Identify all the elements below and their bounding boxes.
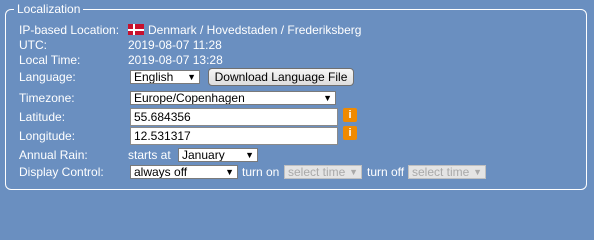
turn-on-time-value: select time bbox=[288, 165, 346, 179]
annual-rain-selected: January bbox=[182, 148, 225, 162]
annual-rain-select[interactable]: January ▼ bbox=[178, 148, 258, 162]
longitude-info-icon[interactable]: i bbox=[343, 126, 357, 140]
local-time-value: 2019-08-07 13:28 bbox=[128, 53, 223, 67]
dropdown-arrow-icon: ▼ bbox=[473, 167, 482, 177]
display-control-selected: always off bbox=[134, 165, 188, 179]
utc-value: 2019-08-07 11:28 bbox=[128, 38, 222, 52]
display-control-select[interactable]: always off ▼ bbox=[130, 165, 238, 179]
ip-location-value: Denmark / Hovedstaden / Frederiksberg bbox=[128, 22, 361, 38]
turn-on-label: turn on bbox=[242, 165, 280, 179]
turn-off-time-select[interactable]: select time ▼ bbox=[408, 165, 486, 179]
display-control-label: Display Control: bbox=[19, 165, 104, 179]
dropdown-arrow-icon: ▼ bbox=[349, 167, 358, 177]
dropdown-arrow-icon: ▼ bbox=[225, 167, 234, 177]
annual-rain-prefix: starts at bbox=[128, 148, 171, 162]
language-select[interactable]: English ▼ bbox=[130, 70, 200, 84]
longitude-input[interactable]: 12.531317 bbox=[130, 127, 338, 145]
turn-on-time-select[interactable]: select time ▼ bbox=[284, 165, 362, 179]
latitude-info-icon[interactable]: i bbox=[343, 108, 357, 122]
dropdown-arrow-icon: ▼ bbox=[187, 72, 196, 82]
turn-off-time-value: select time bbox=[412, 165, 470, 179]
timezone-select[interactable]: Europe/Copenhagen ▼ bbox=[130, 91, 336, 105]
denmark-flag-icon bbox=[128, 24, 144, 35]
dropdown-arrow-icon: ▼ bbox=[245, 150, 254, 160]
annual-rain-label: Annual Rain: bbox=[19, 148, 88, 162]
longitude-label: Longitude: bbox=[19, 129, 76, 143]
local-time-label: Local Time: bbox=[19, 53, 81, 67]
dropdown-arrow-icon: ▼ bbox=[323, 93, 332, 103]
latitude-label: Latitude: bbox=[19, 110, 66, 124]
timezone-label: Timezone: bbox=[19, 91, 75, 105]
language-selected: English bbox=[134, 70, 174, 84]
ip-location-label: IP-based Location: bbox=[19, 23, 120, 37]
language-label: Language: bbox=[19, 70, 76, 84]
latitude-input[interactable]: 55.684356 bbox=[130, 108, 338, 126]
download-language-file-button[interactable]: Download Language File bbox=[208, 68, 354, 86]
timezone-selected: Europe/Copenhagen bbox=[134, 91, 245, 105]
fieldset-legend: Localization bbox=[14, 2, 84, 16]
ip-location-text: Denmark / Hovedstaden / Frederiksberg bbox=[148, 23, 362, 37]
utc-label: UTC: bbox=[19, 38, 47, 52]
turn-off-label: turn off bbox=[367, 165, 405, 179]
